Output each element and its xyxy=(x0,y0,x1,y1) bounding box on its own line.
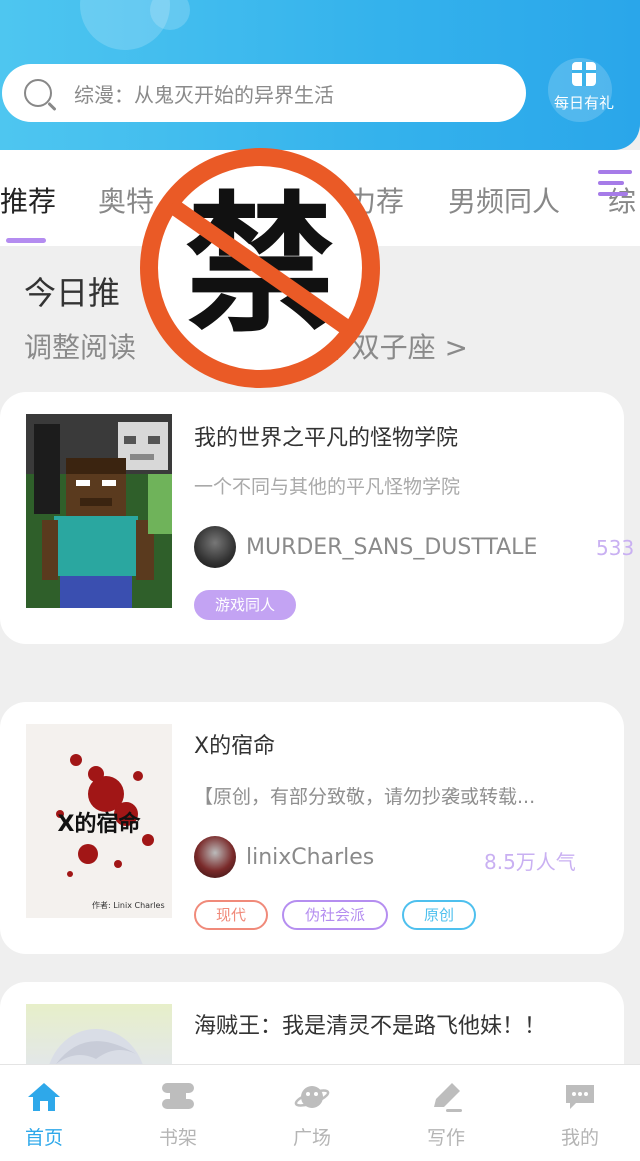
avatar xyxy=(194,526,236,568)
tag-modern: 现代 xyxy=(194,900,268,930)
book-title: 海贼王：我是清灵不是路飞他妹！！ xyxy=(194,1014,547,1039)
tab-recommend[interactable]: 推荐 xyxy=(0,180,56,220)
popularity-count: 8.5万人气 xyxy=(484,850,576,874)
book-description: 一个不同与其他的平凡怪物学院 xyxy=(194,476,461,498)
active-tab-indicator xyxy=(6,238,46,243)
author-name: linixCharles xyxy=(246,844,375,870)
author-row: MURDER_SANS_DUSTTALE xyxy=(194,526,537,568)
book-card[interactable]: 我的世界之平凡的怪物学院 一个不同与其他的平凡怪物学院 MURDER_SANS_… xyxy=(0,392,634,644)
nav-mine[interactable]: 我的 xyxy=(540,1081,620,1150)
book-description: 【原创，有部分致敬，请勿抄袭或转载... xyxy=(194,786,536,808)
tab-ultraman[interactable]: 奥特 xyxy=(98,180,154,220)
book-title: X的宿命 xyxy=(194,734,276,759)
pen-icon xyxy=(428,1081,464,1113)
cover-title: X的宿命 xyxy=(57,812,141,837)
bottom-navigation: 首页 书架 广场 写作 我的 xyxy=(0,1064,640,1161)
nav-mine-label: 我的 xyxy=(560,1127,599,1149)
nav-plaza[interactable]: 广场 xyxy=(272,1081,352,1150)
gift-icon xyxy=(572,62,596,86)
nav-home[interactable]: 首页 xyxy=(4,1081,84,1150)
author-row: linixCharles xyxy=(194,836,374,878)
category-menu-icon[interactable] xyxy=(598,170,632,203)
nav-bookshelf-label: 书架 xyxy=(158,1127,197,1149)
daily-gift-label: 每日有礼 xyxy=(553,94,614,112)
nav-write[interactable]: 写作 xyxy=(406,1081,486,1150)
header: 综漫：从鬼灭开始的异界生活 每日有礼 xyxy=(0,0,640,150)
book-cover xyxy=(26,414,172,608)
nav-plaza-label: 广场 xyxy=(292,1127,331,1149)
nav-write-label: 写作 xyxy=(426,1127,465,1149)
search-bar[interactable]: 综漫：从鬼灭开始的异界生活 xyxy=(2,64,526,122)
search-placeholder: 综漫：从鬼灭开始的异界生活 xyxy=(74,82,334,107)
book-card[interactable]: X的宿命 作者: Linix Charles X的宿命 【原创，有部分致敬，请勿… xyxy=(0,702,624,954)
chat-bubble-icon xyxy=(562,1081,598,1113)
tab-male-fanfic[interactable]: 男频同人 xyxy=(448,180,560,220)
avatar xyxy=(194,836,236,878)
tag-pseudo-social: 伪社会派 xyxy=(282,900,388,930)
popularity-count: 533 xyxy=(596,536,635,560)
cover-credit: 作者: Linix Charles xyxy=(92,901,165,910)
search-icon xyxy=(24,79,52,107)
nav-bookshelf[interactable]: 书架 xyxy=(138,1081,218,1150)
nav-home-label: 首页 xyxy=(24,1127,63,1149)
home-icon xyxy=(26,1081,62,1113)
tag-game-fanfic: 游戏同人 xyxy=(194,590,296,620)
planet-icon xyxy=(294,1081,330,1113)
book-cover: X的宿命 作者: Linix Charles xyxy=(26,724,172,918)
daily-gift-button[interactable]: 每日有礼 xyxy=(546,62,622,113)
tag-original: 原创 xyxy=(402,900,476,930)
book-title: 我的世界之平凡的怪物学院 xyxy=(194,426,459,451)
ban-stamp: 禁 xyxy=(140,148,380,388)
author-name: MURDER_SANS_DUSTTALE xyxy=(246,534,538,560)
bookshelf-icon xyxy=(160,1081,196,1113)
today-title: 今日推 xyxy=(24,274,121,312)
today-subtitle-left: 调整阅读 xyxy=(24,331,137,364)
